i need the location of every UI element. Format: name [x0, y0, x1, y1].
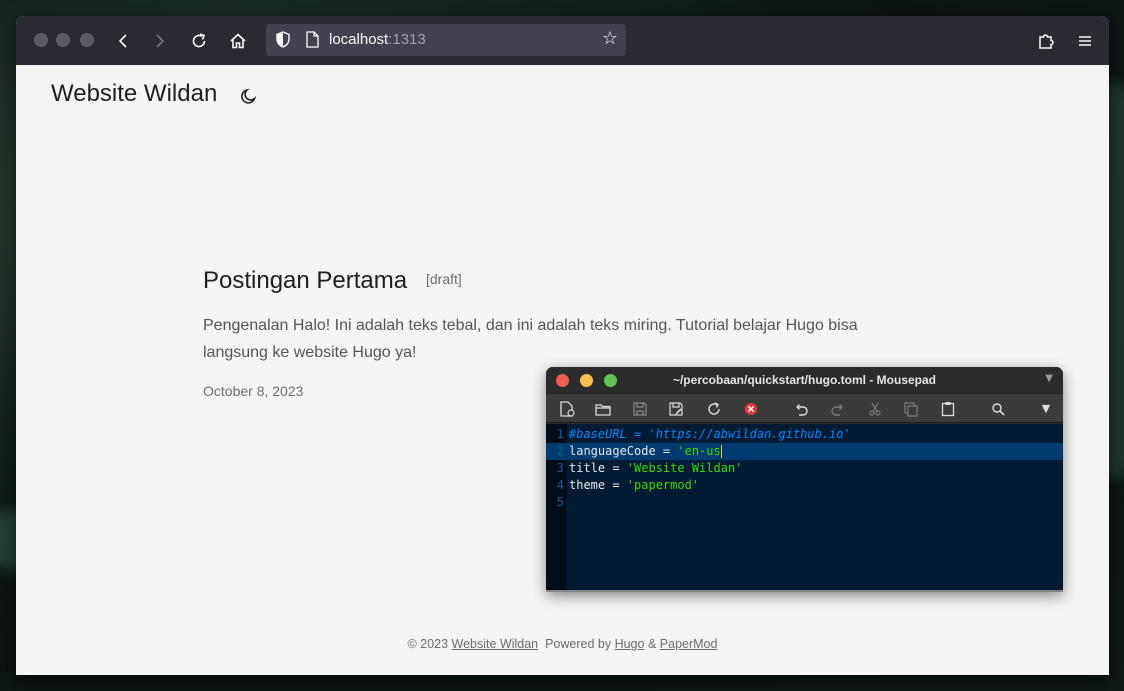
code-line[interactable]: 4 theme = 'papermod' [546, 477, 1063, 494]
site-title-link[interactable]: Website Wildan [51, 80, 217, 108]
reload-button[interactable] [187, 29, 211, 53]
copy-icon[interactable] [902, 400, 920, 418]
code-key: languageCode = [569, 444, 678, 458]
editor-toolbar: ▼ [546, 393, 1063, 423]
save-as-icon[interactable] [667, 400, 685, 418]
footer: © 2023 Website Wildan Powered by Hugo & … [16, 637, 1109, 651]
close-document-icon[interactable] [742, 400, 760, 418]
url-text[interactable]: localhost:1313 [329, 31, 426, 48]
new-document-icon[interactable] [558, 400, 576, 418]
code-line[interactable]: 3 title = 'Website Wildan' [546, 460, 1063, 477]
footer-amp: & [647, 637, 657, 651]
line-number: 2 [556, 444, 564, 458]
code-line[interactable]: 1 #baseURL = 'https://abwildan.github.io… [546, 426, 1063, 443]
code-string: 'papermod' [626, 478, 700, 492]
text-caret [720, 445, 722, 458]
editor-titlebar: ~/percobaan/quickstart/hugo.toml - Mouse… [546, 367, 1063, 393]
home-button[interactable] [226, 29, 250, 53]
footer-copyright: © 2023 [407, 637, 449, 651]
reload-icon [192, 33, 206, 48]
post-summary: Pengenalan Halo! Ini adalah teks tebal, … [203, 317, 858, 361]
code-string: 'Website Wildan' [626, 461, 743, 475]
code-comment: #baseURL = 'https://abwildan.github.io' [569, 427, 851, 441]
window-maximize-button[interactable] [80, 33, 94, 47]
home-icon [230, 33, 246, 49]
address-bar[interactable]: localhost:1313 ☆ [266, 24, 626, 56]
editor-title: ~/percobaan/quickstart/hugo.toml - Mouse… [672, 373, 937, 387]
line-number: 1 [556, 427, 564, 441]
code-key: theme = [569, 478, 627, 492]
window-close-button[interactable] [34, 33, 48, 47]
save-icon[interactable] [631, 400, 649, 418]
post-title-link[interactable]: Postingan Pertama [203, 267, 407, 295]
browser-toolbar: localhost:1313 ☆ [16, 16, 1109, 65]
back-button[interactable] [112, 29, 136, 53]
editor-bottom-border [546, 590, 1063, 592]
app-menu-button[interactable] [1073, 29, 1097, 53]
hamburger-menu-icon [1079, 36, 1091, 46]
footer-papermod-link[interactable]: PaperMod [660, 637, 718, 651]
footer-site-link[interactable]: Website Wildan [452, 637, 539, 651]
bookmark-star-icon[interactable]: ☆ [602, 29, 618, 49]
page-icon [306, 31, 319, 48]
open-folder-icon[interactable] [594, 400, 612, 418]
moon-icon[interactable] [240, 87, 258, 105]
paste-icon[interactable] [939, 400, 957, 418]
toolbar-overflow-icon[interactable]: ▼ [1037, 400, 1055, 418]
line-number: 3 [556, 461, 564, 475]
chevron-right-icon [156, 34, 165, 48]
extensions-button[interactable] [1034, 29, 1058, 53]
cut-icon[interactable] [866, 400, 884, 418]
footer-powered-by: Powered by [545, 637, 612, 651]
window-minimize-button[interactable] [56, 33, 70, 47]
reload-file-icon[interactable] [705, 400, 723, 418]
editor-text-area[interactable]: 1 #baseURL = 'https://abwildan.github.io… [546, 424, 1063, 590]
chevron-left-icon [118, 34, 127, 48]
puzzle-icon [1039, 34, 1054, 49]
footer-hugo-link[interactable]: Hugo [615, 637, 645, 651]
redo-icon[interactable] [829, 400, 847, 418]
code-key: title = [569, 461, 627, 475]
post-date: October 8, 2023 [203, 383, 304, 399]
mousepad-window: ~/percobaan/quickstart/hugo.toml - Mouse… [546, 367, 1063, 592]
code-line[interactable]: 5 [546, 494, 1063, 511]
shield-icon[interactable] [276, 31, 290, 48]
search-icon[interactable] [989, 400, 1007, 418]
undo-icon[interactable] [792, 400, 810, 418]
line-number: 4 [556, 478, 564, 492]
forward-button[interactable] [147, 29, 171, 53]
code-string: 'en-us [677, 444, 721, 458]
line-number: 5 [556, 495, 564, 509]
window-menu-icon[interactable]: ▼ [1045, 373, 1053, 384]
code-line-current[interactable]: 2 languageCode = 'en-us [546, 443, 1063, 460]
draft-badge: [draft] [426, 271, 462, 287]
